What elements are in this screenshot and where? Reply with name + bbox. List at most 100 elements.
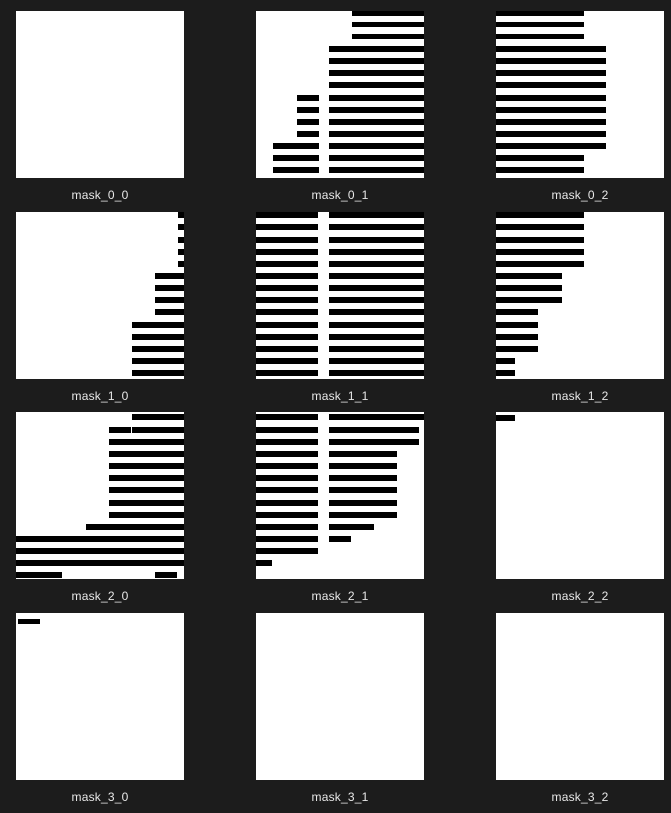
mask-region [256,285,318,291]
mask-region [109,451,184,457]
mask-region [256,487,318,493]
mask-region [329,500,397,506]
mask-label: mask_0_0 [71,188,129,202]
mask-label: mask_2_2 [551,589,609,603]
mask-region [329,167,424,173]
mask-region [329,261,424,267]
mask-region [109,487,184,493]
mask-region [256,237,318,243]
mask-tile-0-1[interactable]: mask_0_1 [256,11,424,202]
mask-region [329,119,424,125]
mask-region [329,143,424,149]
mask-region [132,322,184,328]
mask-region [329,475,397,481]
mask-region [256,439,318,445]
mask-region [16,560,184,566]
mask-region [496,131,606,137]
mask-region [496,237,584,243]
mask-label: mask_2_0 [71,589,129,603]
mask-region [329,334,424,340]
mask-region [329,414,424,420]
mask-region [329,224,424,230]
mask-tile-3-2[interactable]: mask_3_2 [496,613,664,804]
mask-region [329,107,424,113]
mask-region [16,548,184,554]
mask-region [496,309,538,315]
mask-region [256,500,318,506]
mask-region [329,95,424,101]
mask-tile-3-0[interactable]: mask_3_0 [16,613,184,804]
mask-thumbnail [16,412,184,579]
mask-tile-2-1[interactable]: mask_2_1 [256,412,424,603]
mask-region [18,619,40,624]
mask-label: mask_3_2 [551,790,609,804]
mask-gallery: mask_0_0 mask_0_1 mask_0_2 mask_1_0 mask… [0,0,671,813]
mask-tile-0-0[interactable]: mask_0_0 [16,11,184,202]
mask-thumbnail [256,412,424,579]
mask-region [496,224,584,230]
mask-region [256,524,318,530]
mask-thumbnail [496,613,664,780]
mask-region [329,309,424,315]
mask-region [109,463,184,469]
mask-region [155,309,184,315]
mask-region [329,58,424,64]
mask-region [132,334,184,340]
mask-region [329,463,397,469]
mask-region [329,249,424,255]
mask-region [109,512,184,518]
mask-label: mask_1_0 [71,389,129,403]
mask-region [155,273,184,279]
mask-region [256,261,318,267]
mask-region [297,119,319,125]
mask-region [329,512,397,518]
mask-region [256,512,318,518]
mask-region [496,273,562,279]
mask-region [329,70,424,76]
mask-region [352,11,424,16]
mask-region [256,560,272,566]
mask-region [496,46,606,52]
mask-tile-1-0[interactable]: mask_1_0 [16,212,184,403]
mask-region [256,273,318,279]
mask-region [297,131,319,137]
mask-region [155,572,177,578]
mask-region [16,572,62,578]
mask-thumbnail [256,212,424,379]
mask-region [496,82,606,88]
mask-label: mask_0_2 [551,188,609,202]
mask-tile-1-2[interactable]: mask_1_2 [496,212,664,403]
mask-region [132,358,184,364]
mask-region [496,11,584,16]
mask-region [329,237,424,243]
mask-region [329,524,374,530]
mask-thumbnail [16,212,184,379]
mask-tile-3-1[interactable]: mask_3_1 [256,613,424,804]
mask-tile-2-2[interactable]: mask_2_2 [496,412,664,603]
mask-region [155,285,184,291]
mask-region [329,46,424,52]
mask-region [256,297,318,303]
mask-tile-0-2[interactable]: mask_0_2 [496,11,664,202]
mask-thumbnail [16,613,184,780]
mask-thumbnail [496,11,664,178]
mask-region [178,224,184,230]
mask-region [329,212,424,218]
mask-tile-2-0[interactable]: mask_2_0 [16,412,184,603]
mask-region [132,370,184,376]
mask-region [496,297,562,303]
mask-region [256,414,318,420]
mask-region [256,358,318,364]
mask-region [329,131,424,137]
mask-region [496,119,606,125]
mask-region [256,548,318,554]
mask-region [496,167,584,173]
mask-region [329,358,424,364]
mask-label: mask_3_0 [71,790,129,804]
mask-region [256,212,318,218]
mask-region [496,415,515,421]
mask-region [178,212,184,218]
mask-label: mask_3_1 [311,790,369,804]
mask-tile-1-1[interactable]: mask_1_1 [256,212,424,403]
mask-region [329,439,419,445]
